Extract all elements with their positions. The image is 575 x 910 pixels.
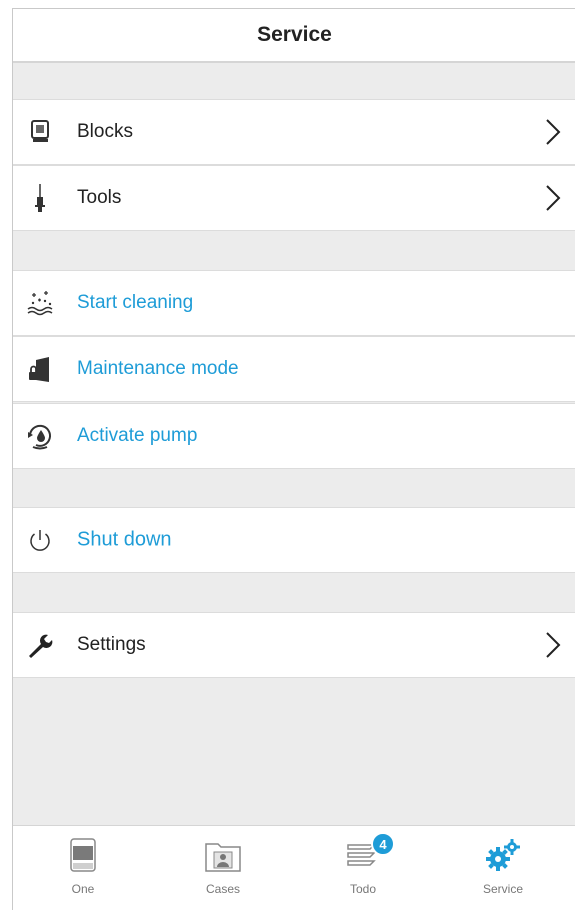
wrench-icon: [25, 630, 55, 660]
chevron-right-icon: [546, 119, 561, 145]
app-frame: Service Blocks Tools Start cleaning Main…: [12, 8, 575, 910]
power-icon: [25, 525, 55, 555]
tab-label: One: [71, 882, 95, 896]
pump-drop-icon: [25, 421, 55, 451]
menu-item-blocks[interactable]: Blocks: [13, 99, 575, 165]
menu-item-label: Tools: [77, 187, 122, 208]
cases-folder-icon: [203, 836, 243, 876]
tab-label: Todo: [349, 882, 377, 896]
menu-item-activate-pump[interactable]: Activate pump: [13, 403, 575, 469]
menu-item-label: Shut down: [77, 528, 172, 551]
menu-item-start-cleaning[interactable]: Start cleaning: [13, 270, 575, 336]
block-cassette-icon: [25, 117, 55, 147]
todo-stack-icon: 4: [343, 832, 395, 876]
tab-label: Cases: [205, 882, 240, 896]
todo-count-badge: 4: [371, 832, 395, 856]
tab-one[interactable]: One: [13, 826, 153, 910]
tab-cases[interactable]: Cases: [153, 826, 293, 910]
menu-item-label: Blocks: [77, 121, 133, 142]
menu-item-tools[interactable]: Tools: [13, 165, 575, 231]
cleaning-sparkle-icon: [25, 288, 55, 318]
menu-item-label: Start cleaning: [77, 292, 194, 313]
menu-item-label: Maintenance mode: [77, 358, 239, 379]
tab-label: Service: [482, 882, 523, 896]
gears-icon: [483, 836, 523, 876]
menu-item-label: Activate pump: [77, 425, 198, 446]
chevron-right-icon: [546, 632, 561, 658]
device-icon: [63, 836, 103, 876]
tool-needle-icon: [25, 183, 55, 213]
tab-todo[interactable]: 4 Todo: [293, 826, 433, 910]
empty-content-area: [13, 679, 575, 824]
menu-item-settings[interactable]: Settings: [13, 612, 575, 678]
menu-item-maintenance-mode[interactable]: Maintenance mode: [13, 336, 575, 402]
bottom-tab-bar: One Cases 4 Todo Service: [13, 825, 575, 910]
menu-item-shut-down[interactable]: Shut down: [13, 507, 575, 573]
maintenance-lock-icon: [25, 354, 55, 384]
page-title: Service: [257, 23, 332, 46]
menu-item-label: Settings: [77, 634, 146, 655]
tab-service[interactable]: Service: [433, 826, 573, 910]
chevron-right-icon: [546, 185, 561, 211]
header-bar: Service: [13, 9, 575, 63]
